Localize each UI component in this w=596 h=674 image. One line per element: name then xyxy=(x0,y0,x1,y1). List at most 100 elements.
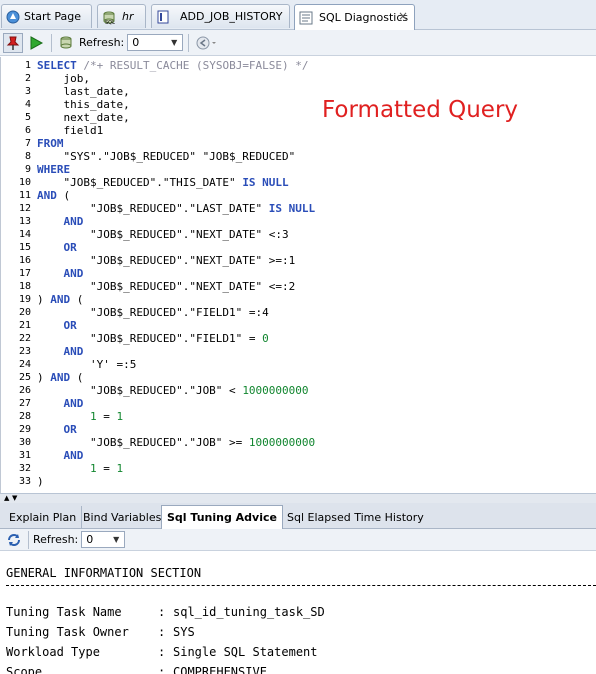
pane-splitter[interactable]: ▲ ▼ xyxy=(0,493,596,503)
sql-keyword: AND xyxy=(63,215,84,228)
close-tab-icon[interactable]: × xyxy=(398,9,408,23)
sql-keyword: OR xyxy=(63,319,77,332)
code-line: AND xyxy=(37,215,84,228)
tab-hr[interactable]: SQL hr xyxy=(97,4,146,28)
tab-add-job-history[interactable]: ADD_JOB_HISTORY xyxy=(151,4,290,28)
code-line: "JOB$_REDUCED"."THIS_DATE" IS NULL xyxy=(37,176,288,189)
code-line: WHERE xyxy=(37,163,70,176)
sql-text: "JOB$_REDUCED"."JOB" >= xyxy=(37,436,249,449)
section-title: GENERAL INFORMATION SECTION xyxy=(6,566,202,580)
refresh-interval-select[interactable]: 0 ▼ xyxy=(81,531,126,548)
sql-text: 'Y' =:5 xyxy=(37,358,137,371)
tab-sql-diagnostics[interactable]: SQL Diagnostics × xyxy=(294,4,415,30)
sql-text: last_date, xyxy=(37,85,130,98)
code-line: this_date, xyxy=(37,98,130,111)
tab-label: Start Page xyxy=(24,10,81,23)
pin-icon xyxy=(6,36,20,50)
refresh-icon-button[interactable] xyxy=(57,33,77,53)
start-page-icon xyxy=(6,10,20,24)
line-number: 28 xyxy=(18,411,31,422)
line-number: 21 xyxy=(18,320,31,331)
refresh-icon xyxy=(8,533,20,546)
code-line: "JOB$_REDUCED"."JOB" >= 1000000000 xyxy=(37,436,315,449)
code-line: AND ( xyxy=(37,189,70,202)
sql-text: ( xyxy=(56,189,71,202)
sql-text: "JOB$_REDUCED"."THIS_DATE" xyxy=(37,176,243,189)
code-line: "JOB$_REDUCED"."JOB" < 1000000000 xyxy=(37,384,309,397)
sql-text: = xyxy=(96,410,117,423)
line-number: 6 xyxy=(24,125,31,136)
back-button[interactable] xyxy=(194,33,220,53)
tab-label: Sql Elapsed Time History xyxy=(287,510,424,524)
sql-keyword: FROM xyxy=(37,137,64,150)
info-value: SYS xyxy=(173,625,195,639)
code-line: OR xyxy=(37,423,77,436)
collapse-down-icon[interactable]: ▼ xyxy=(12,494,17,502)
line-number: 26 xyxy=(18,385,31,396)
code-line: AND xyxy=(37,345,84,358)
sql-keyword: AND xyxy=(50,293,71,306)
code-line: "JOB$_REDUCED"."LAST_DATE" IS NULL xyxy=(37,202,315,215)
line-number: 29 xyxy=(18,424,31,435)
refresh-interval-select[interactable]: 0 ▼ xyxy=(127,34,184,51)
sql-number: 0 xyxy=(262,332,269,345)
code-line: OR xyxy=(37,241,77,254)
sql-text: ( xyxy=(70,293,84,306)
line-number: 12 xyxy=(18,203,31,214)
sql-text: "JOB$_REDUCED"."NEXT_DATE" >=:1 xyxy=(37,254,296,267)
code-line: "JOB$_REDUCED"."NEXT_DATE" <:3 xyxy=(37,228,289,241)
sql-text: "JOB$_REDUCED"."FIELD1" =:4 xyxy=(37,306,269,319)
back-arrow-icon xyxy=(196,36,217,49)
code-line: "SYS"."JOB$_REDUCED" "JOB$_REDUCED" xyxy=(37,150,295,163)
code-line: 1 = 1 xyxy=(37,462,123,475)
code-line: AND xyxy=(37,449,84,462)
collapse-up-icon[interactable]: ▲ xyxy=(4,494,9,502)
run-icon xyxy=(30,35,44,50)
tab-explain-plan[interactable]: Explain Plan xyxy=(4,506,83,528)
chevron-down-icon: ▼ xyxy=(113,535,120,544)
line-number: 5 xyxy=(24,112,31,123)
code-line: 'Y' =:5 xyxy=(37,358,136,371)
run-button[interactable] xyxy=(26,33,46,53)
line-number: 25 xyxy=(18,372,31,383)
line-number: 23 xyxy=(18,346,31,357)
code-line: ) AND ( xyxy=(37,293,83,306)
info-colon: : xyxy=(158,645,166,659)
sql-diagnostics-icon xyxy=(299,11,313,25)
code-line: "JOB$_REDUCED"."FIELD1" =:4 xyxy=(37,306,269,319)
sql-keyword: AND xyxy=(63,345,84,358)
info-key: Tuning Task Name xyxy=(6,605,122,619)
sql-text: "JOB$_REDUCED"."NEXT_DATE" <=:2 xyxy=(37,280,296,293)
info-value: Single SQL Statement xyxy=(173,645,318,659)
tab-label: Bind Variables xyxy=(83,510,162,524)
tab-bind-variables[interactable]: Bind Variables xyxy=(78,506,168,528)
tab-sql-elapsed-time-history[interactable]: Sql Elapsed Time History xyxy=(282,506,429,528)
line-number: 4 xyxy=(24,99,31,110)
sql-text: this_date, xyxy=(37,98,130,111)
code-line: "JOB$_REDUCED"."FIELD1" = 0 xyxy=(37,332,269,345)
sql-number: 1 xyxy=(116,462,124,475)
sql-keyword: AND xyxy=(50,371,71,384)
toolbar-separator xyxy=(28,530,29,549)
sql-keyword: AND xyxy=(63,397,84,410)
line-number: 13 xyxy=(18,216,31,227)
tab-start-page[interactable]: Start Page xyxy=(1,4,92,28)
toolbar-separator xyxy=(51,33,52,52)
tab-label: hr xyxy=(122,10,134,23)
tuning-advice-output[interactable]: GENERAL INFORMATION SECTION Tuning Task … xyxy=(0,552,596,674)
line-number: 27 xyxy=(18,398,31,409)
line-number: 8 xyxy=(24,151,31,162)
sql-editor[interactable]: 1 2 3 4 5 6 7 8 9 10 11 12 13 14 15 16 17 18 19 20 21 22 23 24 2… xyxy=(0,57,596,493)
sql-text: ) xyxy=(37,475,44,488)
sql-number: 1000000000 xyxy=(248,436,316,449)
pin-button[interactable] xyxy=(3,32,23,53)
tab-sql-tuning-advice[interactable]: Sql Tuning Advice xyxy=(161,505,283,529)
info-key: Scope xyxy=(6,665,43,674)
refresh-advice-button[interactable] xyxy=(4,530,24,550)
